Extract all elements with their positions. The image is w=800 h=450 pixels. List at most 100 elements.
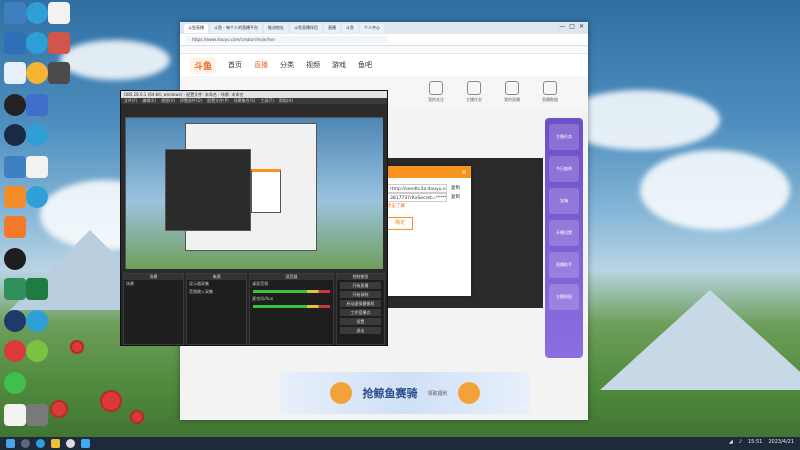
stream-code-field[interactable]: 3817737rKxSecret=********	[387, 193, 447, 202]
browser-tab[interactable]: 斗鱼 - 每个人的直播平台	[210, 23, 262, 33]
audio-meter	[253, 290, 330, 293]
studio-mode-button[interactable]: 工作室模式	[339, 309, 381, 316]
desktop-icon-1[interactable]	[4, 2, 26, 24]
start-recording-button[interactable]: 开始录制	[339, 291, 381, 298]
rail-item[interactable]: 开播设置	[549, 220, 579, 246]
wallpaper-flower	[100, 390, 122, 412]
maximize-button[interactable]: □	[569, 23, 575, 30]
start-streaming-button[interactable]: 开始直播	[339, 282, 381, 289]
desktop-icon-netease[interactable]	[4, 340, 26, 362]
browser-tab[interactable]: 推流地址	[264, 23, 288, 33]
taskbar-search-icon[interactable]	[21, 439, 30, 448]
volume-icon[interactable]: ♪	[739, 439, 742, 445]
browser-tab[interactable]: 直播	[324, 23, 340, 33]
stream-address-field[interactable]: rtmp://sendtc3a.douyu.com/live	[387, 184, 447, 193]
dock-controls: 控制按钮 开始直播 开始录制 启动虚拟摄像机 工作室模式 设置 退出	[335, 273, 385, 345]
taskbar-app-obs[interactable]	[66, 439, 75, 448]
start-button[interactable]	[6, 439, 15, 448]
taskbar-app-edge[interactable]	[36, 439, 45, 448]
minimize-button[interactable]: —	[559, 23, 565, 30]
taskbar-app-explorer[interactable]	[51, 439, 60, 448]
nav-home[interactable]: 首页	[228, 60, 242, 70]
desktop-icon-edge-2[interactable]	[26, 32, 48, 54]
desktop-icon-qq[interactable]	[4, 248, 26, 270]
source-item[interactable]: 音频输入采集	[187, 288, 246, 296]
desktop-icon-obs[interactable]	[4, 94, 26, 116]
settings-button[interactable]: 设置	[339, 318, 381, 325]
quick-icon-data[interactable]: 直播数据	[542, 81, 558, 103]
source-item[interactable]: 显示器采集	[187, 280, 246, 288]
dialog-ok-button[interactable]: 确定	[387, 217, 413, 230]
desktop-icon-12[interactable]	[26, 340, 48, 362]
desktop-icon-edge-3[interactable]	[26, 124, 48, 146]
desktop-icon-steam[interactable]	[4, 124, 26, 146]
virtual-camera-button[interactable]: 启动虚拟摄像机	[339, 300, 381, 307]
desktop-icon-3[interactable]	[48, 32, 70, 54]
rail-item[interactable]: 今日盛典	[549, 156, 579, 182]
desktop-icon-6[interactable]	[26, 94, 48, 116]
exit-button[interactable]: 退出	[339, 327, 381, 334]
dock-scenes: 场景 场景	[123, 273, 185, 345]
scene-item[interactable]: 场景	[124, 280, 183, 288]
browser-tab[interactable]: 个人中心	[360, 23, 384, 33]
desktop-icon-13[interactable]	[4, 404, 26, 426]
desktop-icon-4[interactable]	[4, 62, 26, 84]
desktop-icon-5[interactable]	[26, 62, 48, 84]
quick-icon-tasks[interactable]: 主播任务	[466, 81, 482, 103]
desktop-icon-8[interactable]	[4, 186, 26, 208]
obs-menu-tools[interactable]: 工具(T)	[260, 98, 274, 104]
desktop-icon-2[interactable]	[4, 32, 26, 54]
taskbar-app-browser[interactable]	[81, 439, 90, 448]
promo-banner[interactable]: 抢鲸鱼赛骑 领取福利	[280, 372, 530, 414]
obs-menu-file[interactable]: 文件(F)	[124, 98, 137, 104]
obs-menu-profile[interactable]: 配置文件(P)	[207, 98, 229, 104]
browser-tab-active[interactable]: 斗鱼直播	[184, 23, 208, 33]
preview-nested-obs	[165, 149, 251, 231]
desktop-icon-11[interactable]	[4, 310, 26, 332]
obs-menu-help[interactable]: 帮助(H)	[279, 98, 293, 104]
dialog-close-button[interactable]: ×	[461, 168, 467, 176]
desktop-icon-edge[interactable]	[26, 2, 48, 24]
url-field[interactable]: https://www.douyu.com/creator/main/live	[186, 36, 388, 43]
desktop-icon-7[interactable]	[4, 156, 26, 178]
rail-item[interactable]: 主播周报	[549, 284, 579, 310]
nav-category[interactable]: 分类	[280, 60, 294, 70]
desktop-icon-edge-5[interactable]	[26, 310, 48, 332]
desktop-icon-9[interactable]	[4, 216, 26, 238]
obs-title-bar: OBS 28.0.1 (64-bit, windows) - 配置文件: 未命名…	[121, 91, 387, 98]
quick-icon-follow[interactable]: 我的关注	[428, 81, 444, 103]
desktop-icon-10[interactable]	[4, 278, 26, 300]
obs-menu-docks[interactable]: 停靠部件(D)	[180, 98, 202, 104]
desktop-icon-edge-4[interactable]	[26, 186, 48, 208]
mixer-channel: 桌面音频	[252, 281, 269, 286]
desktop-icon-excel[interactable]	[26, 278, 48, 300]
rail-item[interactable]: 主播任务	[549, 124, 579, 150]
taskbar-clock-date[interactable]: 2023/4/21	[768, 439, 794, 445]
taskbar: ◢ ♪ 15:51 2023/4/21	[0, 437, 800, 450]
close-button[interactable]: ✕	[579, 23, 584, 30]
learn-more-link[interactable]: 点击了解	[387, 204, 405, 209]
nav-game[interactable]: 游戏	[332, 60, 346, 70]
obs-menu-edit[interactable]: 编辑(E)	[142, 98, 156, 104]
copy-code-button[interactable]: 复制	[451, 193, 460, 202]
desktop-icon-wechat[interactable]	[4, 372, 26, 394]
copy-address-button[interactable]: 复制	[451, 184, 460, 193]
quick-icon-live[interactable]: 我的直播	[504, 81, 520, 103]
browser-tab[interactable]: 斗鱼直播伴侣	[290, 23, 322, 33]
nav-yuba[interactable]: 鱼吧	[358, 60, 372, 70]
taskbar-clock-time[interactable]: 15:51	[748, 439, 762, 445]
desktop-icon-14[interactable]	[26, 404, 48, 426]
desktop-icon-game[interactable]	[48, 62, 70, 84]
desktop-icon-file[interactable]	[48, 2, 70, 24]
nav-video[interactable]: 视频	[306, 60, 320, 70]
site-logo[interactable]: 斗鱼	[190, 56, 217, 74]
rail-item[interactable]: 宝箱	[549, 188, 579, 214]
desktop-icon-doc[interactable]	[26, 156, 48, 178]
obs-menu-view[interactable]: 视图(V)	[161, 98, 175, 104]
obs-preview-canvas[interactable]	[125, 117, 383, 269]
nav-live[interactable]: 直播	[254, 60, 268, 70]
obs-menu-scenes[interactable]: 场景集合(S)	[234, 98, 256, 104]
browser-tab[interactable]: 斗鱼	[342, 23, 358, 33]
rail-item[interactable]: 直播助手	[549, 252, 579, 278]
network-icon[interactable]: ◢	[729, 439, 733, 445]
